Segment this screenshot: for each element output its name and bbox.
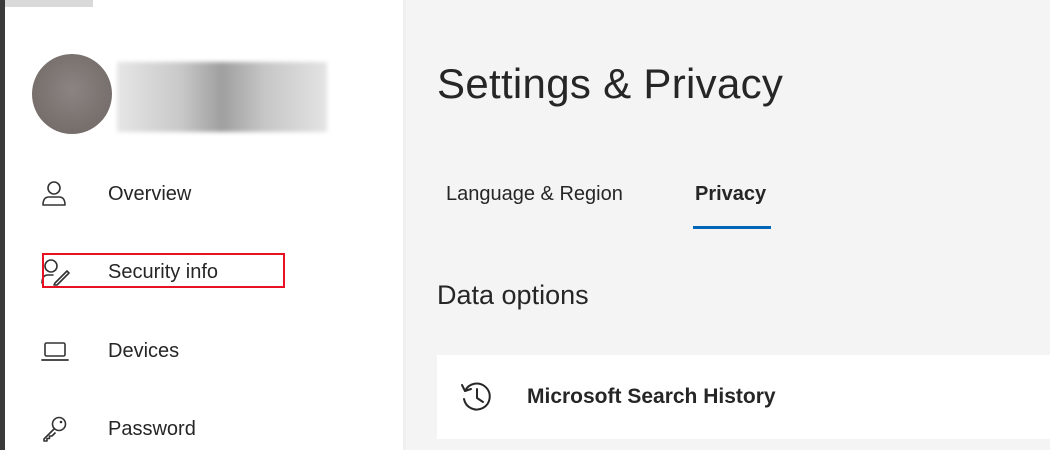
search-history-card[interactable]: Microsoft Search History: [437, 355, 1050, 439]
laptop-icon: [41, 337, 77, 365]
sidebar-item-label: Devices: [108, 339, 180, 362]
tab-language-region[interactable]: Language & Region: [446, 183, 623, 206]
sidebar-item-overview[interactable]: Overview: [41, 174, 301, 214]
sidebar-item-password[interactable]: Password: [41, 409, 301, 449]
main-panel: Settings & Privacy Language & Region Pri…: [406, 0, 1050, 450]
sidebar-item-devices[interactable]: Devices: [41, 331, 301, 371]
user-name-redacted: [117, 62, 327, 132]
card-label: Microsoft Search History: [527, 385, 776, 408]
history-icon: [459, 379, 495, 415]
person-icon: [41, 180, 77, 208]
avatar[interactable]: [32, 54, 112, 134]
active-tab-indicator: [693, 226, 771, 229]
section-title: Data options: [437, 280, 589, 310]
highlight-box: [42, 253, 285, 288]
page-title: Settings & Privacy: [437, 60, 784, 107]
sidebar: Overview Security info Devices Password: [5, 7, 403, 450]
top-strip: [5, 0, 93, 7]
tab-privacy[interactable]: Privacy: [695, 183, 766, 206]
key-icon: [41, 415, 77, 443]
sidebar-item-label: Overview: [108, 182, 192, 205]
sidebar-item-label: Password: [108, 417, 196, 440]
